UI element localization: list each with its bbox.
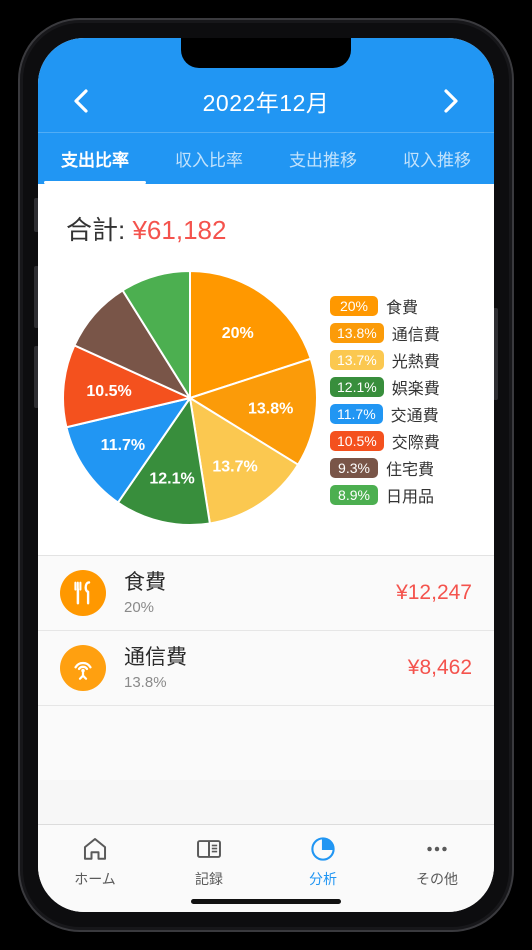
nav-label: ホーム (74, 870, 116, 887)
legend-item[interactable]: 10.5% 交際費 (330, 429, 440, 453)
nav-label: 分析 (309, 870, 337, 887)
pie-slice-label: 11.7% (101, 437, 145, 454)
broadcast-tower-icon (74, 661, 92, 680)
tab-label: 支出比率 (61, 151, 129, 170)
prev-month-button[interactable] (60, 80, 102, 122)
nav-label: 記録 (195, 870, 223, 887)
total-summary: 合計: ¥61,182 (38, 198, 494, 253)
category-amount: ¥8,462 (407, 656, 472, 679)
nav-item-record[interactable]: 記録 (152, 825, 266, 898)
legend-category-label: 娯楽費 (391, 380, 440, 398)
legend-percent-chip: 20% (330, 295, 378, 316)
category-icon-wrapper (60, 645, 106, 691)
category-percent: 20% (124, 598, 155, 616)
ellipsis-icon (427, 846, 447, 851)
category-list: 食費 20% ¥12,247 通信費 13.8% ¥8,462 (38, 555, 494, 780)
list-empty-space (38, 706, 494, 780)
total-amount: ¥61,182 (132, 215, 227, 245)
category-amount: ¥12,247 (396, 581, 472, 604)
tab-income-trend[interactable]: 収入推移 (380, 133, 494, 184)
tab-income-ratio[interactable]: 収入比率 (152, 133, 266, 184)
legend-percent-chip: 11.7% (330, 403, 383, 424)
chevron-left-icon (74, 89, 88, 113)
home-icon (83, 837, 107, 860)
phone-screen: 2022年12月 支出比率 収入比率 支出推移 収入推移 合計: ¥61,182… (38, 38, 494, 912)
legend-category-label: 光熱費 (391, 353, 440, 371)
table-row[interactable]: 食費 20% ¥12,247 (38, 556, 494, 631)
category-name: 食費 (124, 571, 166, 595)
nav-item-home[interactable]: ホーム (38, 825, 152, 898)
legend-percent-chip: 8.9% (330, 484, 378, 505)
legend-percent-chip: 12.1% (330, 376, 384, 397)
category-percent: 13.8% (124, 673, 167, 691)
legend-category-label: 食費 (386, 299, 419, 317)
legend-category-label: 住宅費 (386, 461, 435, 479)
pie-slice-label: 13.8% (248, 401, 293, 418)
category-text: 食費 20% (124, 570, 396, 615)
legend-category-label: 通信費 (391, 326, 440, 344)
legend-item[interactable]: 20% 食費 (330, 294, 440, 318)
pie-slice-label: 12.1% (149, 470, 194, 487)
tab-label: 支出推移 (289, 151, 357, 170)
chevron-right-icon (444, 89, 458, 113)
restaurant-icon (74, 581, 91, 605)
legend-category-label: 交通費 (390, 407, 439, 425)
legend-item[interactable]: 13.8% 通信費 (330, 321, 440, 345)
month-title: 2022年12月 (202, 90, 330, 116)
pie-chart-svg: 20% 13.8% 13.7% 12.1%11.7% 10.5% (62, 269, 318, 526)
legend-item[interactable]: 8.9% 日用品 (330, 483, 440, 507)
pie-slice-label: 13.7% (212, 459, 257, 476)
tab-expense-trend[interactable]: 支出推移 (266, 133, 380, 184)
book-icon (197, 839, 221, 858)
total-label: 合計: (66, 215, 126, 245)
nav-item-analysis[interactable]: 分析 (266, 825, 380, 898)
legend-item[interactable]: 12.1% 娯楽費 (330, 375, 440, 399)
next-month-button[interactable] (430, 80, 472, 122)
legend-percent-chip: 10.5% (330, 430, 384, 451)
legend-item[interactable]: 9.3% 住宅費 (330, 456, 440, 480)
pie-chart-area: 20% 13.8% 13.7% 12.1% 11.7% 10.5% 20% 食費 13.8% 通… (38, 253, 494, 543)
nav-label: その他 (416, 870, 458, 887)
legend-item[interactable]: 13.7% 光熱費 (330, 348, 440, 372)
legend-category-label: 日用品 (386, 488, 435, 506)
legend-percent-chip: 13.7% (330, 349, 384, 370)
analysis-tabs: 支出比率 収入比率 支出推移 収入推移 (38, 132, 494, 184)
screenshot-root: 2022年12月 支出比率 収入比率 支出推移 収入推移 合計: ¥61,182… (0, 0, 532, 950)
tab-label: 収入比率 (175, 151, 243, 170)
legend-percent-chip: 13.8% (330, 322, 384, 343)
legend-category-label: 交際費 (391, 434, 440, 452)
legend-percent-chip: 9.3% (330, 457, 378, 478)
pie-chart[interactable]: 20% 13.8% 13.7% 12.1% 11.7% 10.5% (56, 264, 324, 532)
pie-slice-label: 20% (222, 325, 254, 342)
chart-legend: 20% 食費 13.8% 通信費 13.7% 光熱費 12.1% 娯楽費 11.7% 交通費 10.… (330, 290, 440, 507)
bottom-navigation: ホーム 記録 分析 その他 (38, 824, 494, 912)
chart-card: 合計: ¥61,182 20% 13.8% 13.7% 12.1% 11.7% 10.5%… (38, 184, 494, 555)
pie-slice-label: 10.5% (86, 383, 131, 400)
category-icon-wrapper (60, 570, 106, 616)
legend-item[interactable]: 11.7% 交通費 (330, 402, 440, 426)
pie-chart-icon (311, 836, 335, 861)
tab-label: 収入推移 (403, 151, 471, 170)
tab-expense-ratio[interactable]: 支出比率 (38, 133, 152, 184)
table-row[interactable]: 通信費 13.8% ¥8,462 (38, 631, 494, 706)
notch (181, 38, 351, 68)
category-text: 通信費 13.8% (124, 645, 408, 690)
month-navigation-bar: 2022年12月 (38, 70, 494, 132)
category-name: 通信費 (124, 646, 187, 670)
nav-item-more[interactable]: その他 (380, 825, 494, 898)
home-indicator (191, 899, 341, 904)
